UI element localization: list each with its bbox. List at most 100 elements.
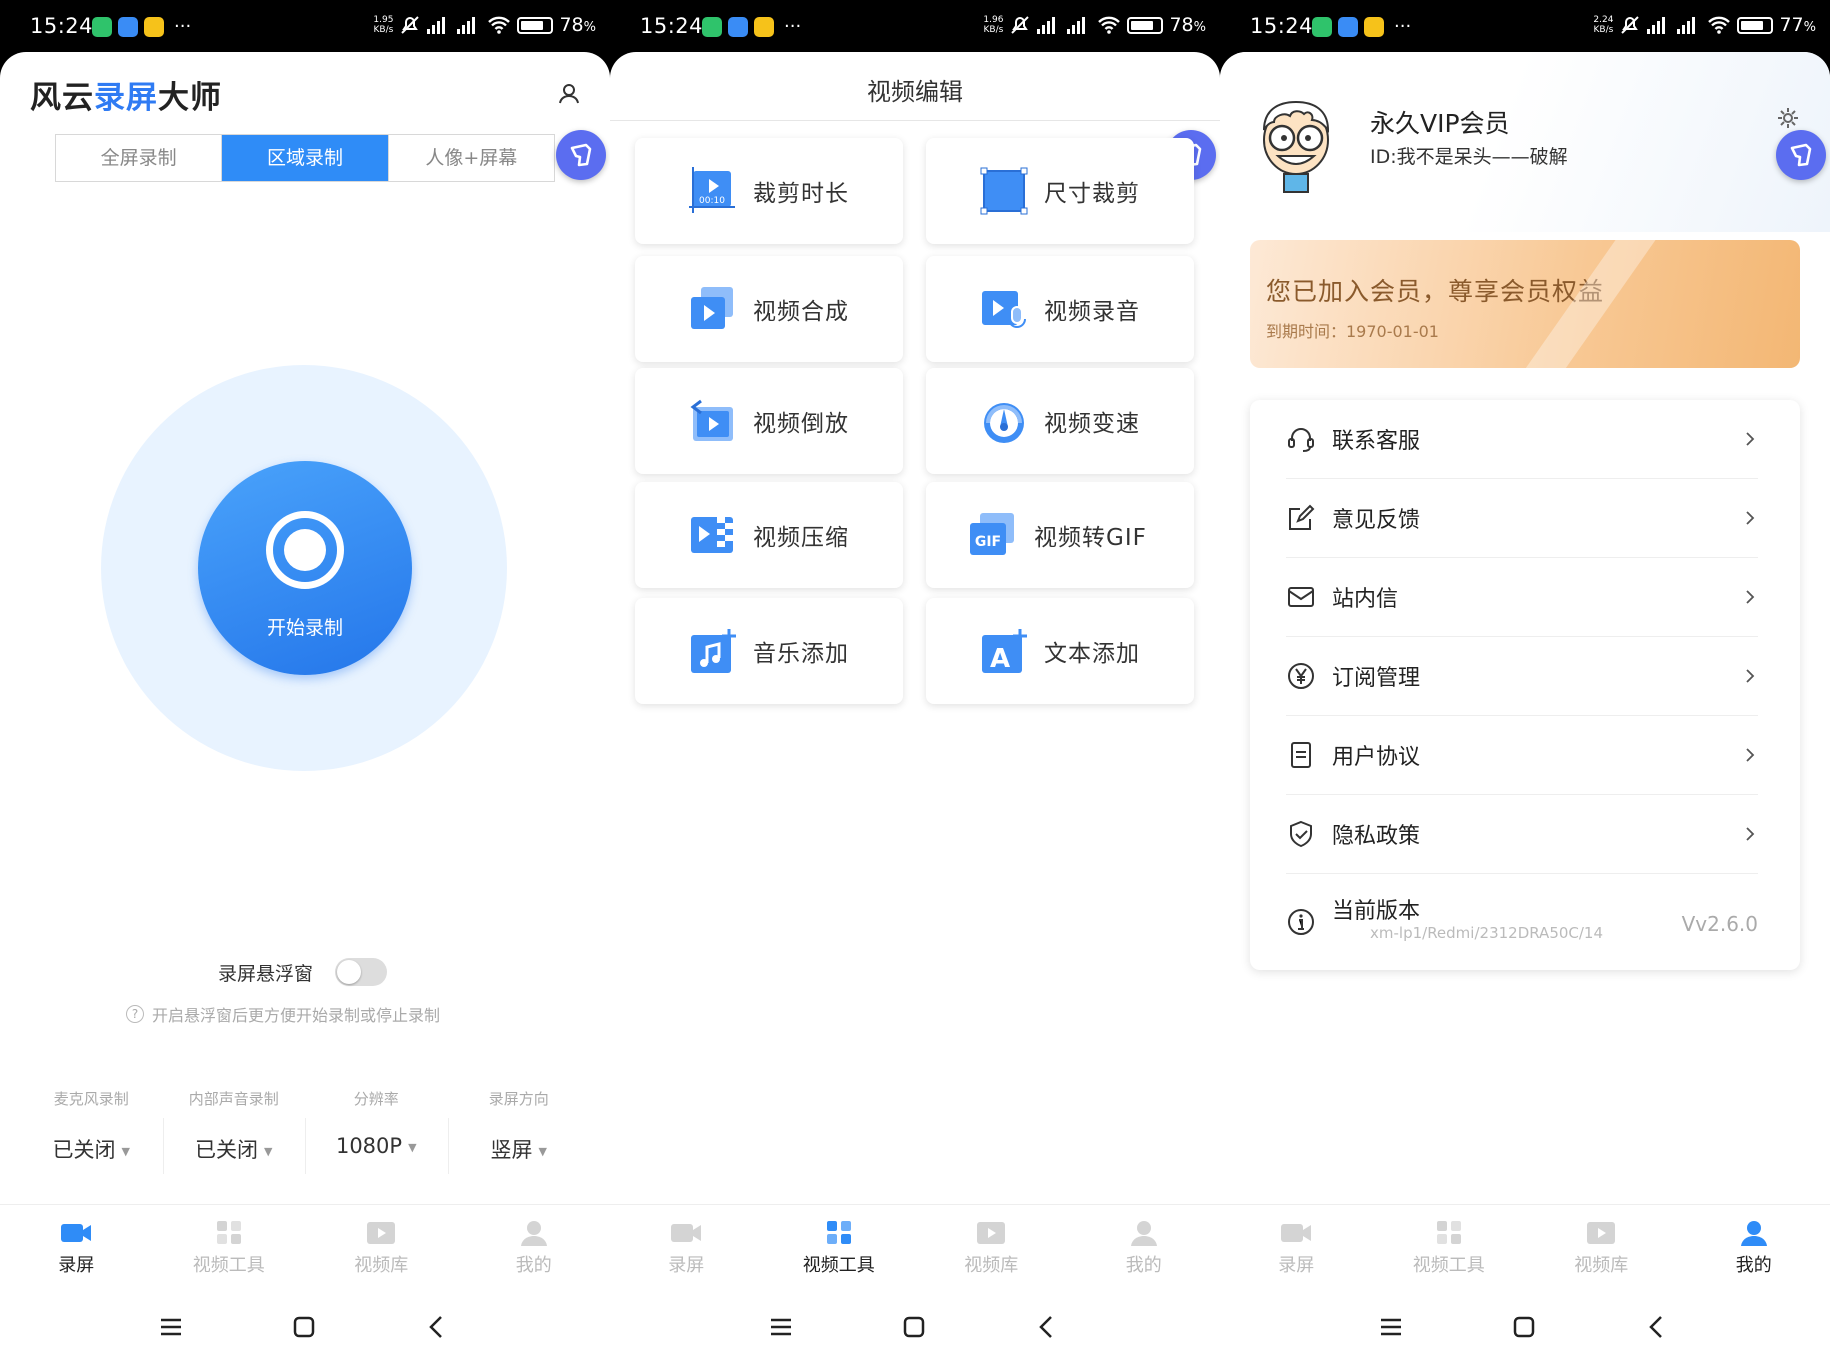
home-icon[interactable] [291, 1314, 317, 1340]
tool-crop-size[interactable]: 尺寸裁剪 [926, 138, 1194, 244]
menu-item-version: 当前版本 xm-lp1/Redmi/2312DRA50C/14 Vv2.6.0 [1286, 874, 1758, 970]
back-icon[interactable] [1034, 1314, 1060, 1340]
avatar[interactable] [1250, 94, 1342, 194]
status-app-icons: ··· [702, 17, 801, 37]
tools-content: 视频编辑 00:10 裁剪时长 尺寸裁剪 视频合成 视频录音 视频倒放 视频变速 [610, 52, 1220, 1356]
tab-video-tools[interactable]: 视频工具 [763, 1205, 916, 1300]
float-window-toggle[interactable] [335, 958, 388, 986]
tool-music-add[interactable]: 音乐添加 [635, 598, 903, 704]
tool-video-reverse[interactable]: 视频倒放 [635, 368, 903, 474]
menu-icon[interactable] [1378, 1314, 1404, 1340]
tab-record[interactable]: 录屏 [0, 1205, 153, 1300]
tool-label: 视频变速 [1044, 411, 1140, 437]
trim-badge: 00:10 [699, 196, 725, 206]
battery-value: 77 [1779, 14, 1804, 36]
settings-gear-icon[interactable] [1776, 106, 1800, 130]
setting-value: 已关闭 [52, 1138, 116, 1162]
home-icon[interactable] [901, 1314, 927, 1340]
library-tab-icon [915, 1219, 1068, 1247]
setting-orientation[interactable]: 录屏方向 竖屏 ▼ [447, 1088, 591, 1174]
record-settings: 麦克风录制 已关闭 ▼ 内部声音录制 已关闭 ▼ 分辨率 1080P ▼ 录屏方向 竖屏 ▼ [20, 1088, 591, 1174]
floating-assistant-button[interactable] [556, 130, 606, 180]
profile-tab-icon [1068, 1219, 1221, 1247]
tab-label: 视频工具 [1412, 1255, 1485, 1276]
tab-video-library[interactable]: 视频库 [305, 1205, 458, 1300]
chevron-right-icon [1746, 827, 1755, 841]
tool-video-gif[interactable]: GIF 视频转GIF [926, 482, 1194, 588]
tool-text-add[interactable]: A 文本添加 [926, 598, 1194, 704]
mode-fullscreen[interactable]: 全屏录制 [56, 135, 221, 181]
tool-video-voice[interactable]: 视频录音 [926, 256, 1194, 362]
app-notification-icon [1312, 17, 1332, 37]
battery-icon [1737, 16, 1774, 34]
battery-unit: % [1803, 20, 1816, 35]
float-window-label: 录屏悬浮窗 [218, 962, 314, 985]
more-notifications-icon: ··· [1394, 16, 1412, 37]
menu-item-inbox[interactable]: 站内信 [1286, 558, 1758, 637]
tab-label: 我的 [1735, 1255, 1772, 1276]
tab-record[interactable]: 录屏 [1220, 1205, 1373, 1300]
profile-content: 永久VIP会员 ID:我不是呆头——破解 您已加入会员，尊享会员权益 到期时间：… [1220, 52, 1830, 1356]
mode-region[interactable]: 区域录制 [221, 135, 388, 181]
setting-value: 已关闭 [195, 1138, 259, 1162]
mode-portrait-screen[interactable]: 人像+屏幕 [387, 135, 554, 181]
tab-mine[interactable]: 我的 [458, 1205, 611, 1300]
tab-video-library[interactable]: 视频库 [1525, 1205, 1678, 1300]
vip-membership-card[interactable]: 您已加入会员，尊享会员权益 到期时间：1970-01-01 [1250, 240, 1800, 368]
menu-item-privacy-policy[interactable]: 隐私政策 [1286, 795, 1758, 874]
tool-video-compress[interactable]: 视频压缩 [635, 482, 903, 588]
menu-icon[interactable] [158, 1314, 184, 1340]
back-icon[interactable] [1644, 1314, 1670, 1340]
tab-label: 我的 [515, 1255, 552, 1276]
speed-unit: KB/s [1593, 25, 1614, 35]
back-icon[interactable] [424, 1314, 450, 1340]
user-id: ID:我不是呆头——破解 [1370, 146, 1568, 168]
tab-video-tools[interactable]: 视频工具 [153, 1205, 306, 1300]
tab-video-library[interactable]: 视频库 [915, 1205, 1068, 1300]
floating-assistant-button[interactable] [1776, 130, 1826, 180]
tab-mine[interactable]: 我的 [1678, 1205, 1830, 1300]
caret-down-icon: ▼ [121, 1144, 130, 1158]
start-record-button[interactable]: 开始录制 [198, 461, 412, 675]
menu-item-feedback[interactable]: 意见反馈 [1286, 479, 1758, 558]
home-icon[interactable] [1511, 1314, 1537, 1340]
video-speed-icon [984, 403, 1024, 443]
tool-video-merge[interactable]: 视频合成 [635, 256, 903, 362]
tab-label: 视频库 [964, 1255, 1019, 1276]
network-speed: 1.96 KB/s [983, 15, 1003, 35]
chevron-right-icon [1746, 669, 1755, 683]
signal-hd-icon [457, 17, 476, 34]
menu-item-contact-service[interactable]: 联系客服 [1286, 400, 1758, 479]
profile-tab-icon [458, 1219, 611, 1247]
app-notification-icon [92, 17, 112, 37]
more-notifications-icon: ··· [174, 16, 192, 37]
chevron-right-icon [1746, 590, 1755, 604]
speed-value: 2.24 [1593, 15, 1614, 25]
bottom-tab-bar: 录屏 视频工具 视频库 我的 [610, 1204, 1220, 1300]
menu-label: 站内信 [1332, 587, 1399, 612]
battery-percent: 78% [559, 14, 596, 36]
tool-trim-duration[interactable]: 00:10 裁剪时长 [635, 138, 903, 244]
menu-item-subscription[interactable]: 订阅管理 [1286, 637, 1758, 716]
mute-icon [401, 16, 420, 34]
app-notification-icon [118, 17, 138, 37]
feedback-edit-icon [1289, 504, 1315, 530]
tab-mine[interactable]: 我的 [1068, 1205, 1221, 1300]
tool-video-speed[interactable]: 视频变速 [926, 368, 1194, 474]
tab-video-tools[interactable]: 视频工具 [1373, 1205, 1526, 1300]
menu-item-user-agreement[interactable]: 用户协议 [1286, 716, 1758, 795]
record-tab-icon [0, 1219, 153, 1247]
setting-internal-audio[interactable]: 内部声音录制 已关闭 ▼ [162, 1088, 306, 1174]
menu-icon[interactable] [768, 1314, 794, 1340]
setting-resolution[interactable]: 分辨率 1080P ▼ [305, 1088, 448, 1174]
camera-person-icon[interactable] [556, 80, 582, 106]
tab-record[interactable]: 录屏 [610, 1205, 763, 1300]
record-tab-icon [610, 1219, 763, 1247]
shield-check-icon [1290, 820, 1312, 848]
trim-duration-icon: 00:10 [689, 167, 735, 213]
brand-suffix: 大师 [158, 80, 222, 116]
setting-microphone[interactable]: 麦克风录制 已关闭 ▼ [20, 1088, 163, 1164]
chevron-right-icon [1746, 432, 1755, 446]
library-tab-icon [305, 1219, 458, 1247]
tools-tab-icon [763, 1219, 916, 1247]
